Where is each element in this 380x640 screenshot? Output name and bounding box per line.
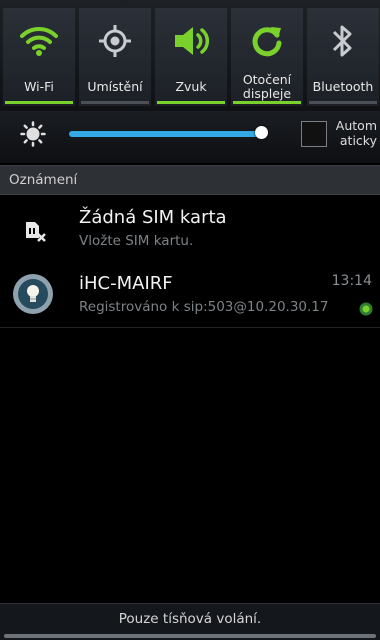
- notification-text: Vložte SIM kartu.: [79, 233, 194, 249]
- wifi-icon: [3, 12, 75, 70]
- tile-indicator: [233, 101, 301, 104]
- tile-label: Otočení displeje: [242, 72, 292, 101]
- no-sim-icon: [24, 220, 46, 246]
- tile-indicator: [5, 101, 73, 104]
- tile-label: Zvuk: [175, 79, 207, 94]
- rotate-icon: [231, 12, 303, 70]
- tile-sound[interactable]: Zvuk: [155, 8, 227, 106]
- panel-drag-handle[interactable]: [4, 634, 376, 638]
- location-icon: [79, 12, 151, 70]
- emergency-calls-footer: Pouze tísňová volání.: [0, 603, 380, 640]
- quick-settings-panel: Wi-Fi Umístění Zvuk Otočení displeje Blu…: [0, 0, 380, 111]
- notification-time: 13:14: [331, 273, 372, 289]
- auto-brightness-checkbox[interactable]: [301, 121, 327, 147]
- emergency-calls-text: Pouze tísňová volání.: [118, 611, 262, 627]
- tile-label: Bluetooth: [312, 79, 374, 94]
- brightness-row: Automaticky: [0, 111, 380, 163]
- notifications-header-label: Oznámení: [9, 172, 78, 188]
- tile-bluetooth[interactable]: Bluetooth: [307, 8, 379, 106]
- tile-indicator: [81, 101, 149, 104]
- notification-title: iHC-MAIRF: [79, 273, 173, 294]
- lightbulb-app-icon: [12, 273, 54, 319]
- tile-location[interactable]: Umístění: [79, 8, 151, 106]
- auto-brightness-label: Automaticky: [335, 118, 377, 148]
- bluetooth-icon: [307, 12, 379, 70]
- notifications-header: Oznámení: [0, 165, 380, 195]
- brightness-icon: [20, 121, 46, 147]
- tile-rotation[interactable]: Otočení displeje: [231, 8, 303, 106]
- notification-title: Žádná SIM karta: [79, 207, 227, 228]
- tile-label: Umístění: [87, 79, 143, 94]
- tile-indicator: [309, 101, 377, 104]
- notification-text: Registrováno k sip:503@10.20.30.17: [79, 299, 329, 315]
- tile-wifi[interactable]: Wi-Fi: [3, 8, 75, 106]
- tile-indicator: [157, 101, 225, 104]
- brightness-slider[interactable]: [69, 131, 262, 137]
- sound-icon: [155, 12, 227, 70]
- tile-label: Wi-Fi: [24, 79, 54, 94]
- notification-no-sim[interactable]: Žádná SIM karta Vložte SIM kartu.: [0, 195, 380, 262]
- sip-status-icon: [359, 301, 373, 320]
- notification-ihc-mairf[interactable]: iHC-MAIRF Registrováno k sip:503@10.20.3…: [0, 261, 380, 328]
- brightness-slider-thumb[interactable]: [255, 126, 268, 139]
